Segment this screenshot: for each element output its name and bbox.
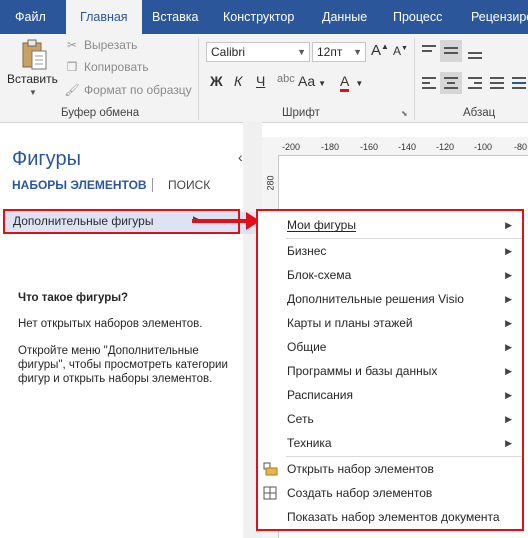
tab-stencils[interactable]: НАБОРЫ ЭЛЕМЕНТОВ [12, 178, 147, 192]
ruler-tick: -140 [398, 142, 417, 152]
menu-item-network[interactable]: Сеть ▶ [258, 407, 522, 431]
tab-review[interactable]: Рецензиро [471, 0, 528, 34]
tab-search[interactable]: ПОИСК [168, 178, 210, 192]
clipboard-icon [22, 39, 47, 70]
underline-button[interactable]: Ч [256, 73, 265, 89]
paste-label[interactable]: Вставить [7, 72, 58, 86]
menu-item-maps-floor-plans[interactable]: Карты и планы этажей ▶ [258, 311, 522, 335]
scissors-icon: ✂ [66, 38, 78, 52]
menu-item-my-shapes[interactable]: Мои фигуры ▶ [258, 213, 522, 237]
chevron-right-icon: ▶ [505, 438, 512, 448]
clipboard-group-label: Буфер обмена [61, 107, 140, 119]
annotation-arrow [192, 219, 248, 223]
font-color-button[interactable]: А ▼ [340, 73, 363, 92]
menu-item-flowchart[interactable]: Блок-схема ▶ [258, 263, 522, 287]
format-painter-button[interactable]: 🖌 Формат по образцу [64, 79, 191, 101]
new-stencil-icon [263, 486, 277, 503]
ruler-tick: -120 [436, 142, 455, 152]
tab-process[interactable]: Процесс [393, 0, 442, 34]
cut-button[interactable]: ✂ Вырезать [64, 34, 137, 56]
menu-item-visio-extras[interactable]: Дополнительные решения Visio ▶ [258, 287, 522, 311]
indent-icon[interactable] [512, 77, 526, 89]
ruler-tick: -180 [321, 142, 340, 152]
more-shapes-menu: Мои фигуры ▶ Бизнес ▶ Блок-схема ▶ Дополни… [256, 209, 524, 531]
align-top-icon[interactable] [422, 45, 436, 52]
chevron-right-icon: ▶ [505, 318, 512, 328]
dialog-launcher-icon[interactable]: ⬊ [401, 109, 408, 118]
menu-item-schedule[interactable]: Расписания ▶ [258, 383, 522, 407]
copy-icon: ❐ [66, 60, 78, 74]
chevron-right-icon: ▶ [505, 270, 512, 280]
tab-divider [152, 178, 153, 192]
tab-file[interactable]: Файл [15, 0, 46, 34]
chevron-right-icon: ▶ [505, 390, 512, 400]
align-left-icon[interactable] [422, 77, 436, 89]
menu-item-open-stencil[interactable]: Открыть набор элементов [258, 457, 522, 481]
chevron-down-icon[interactable]: ▼ [297, 43, 306, 61]
paste-dropdown-icon[interactable]: ▼ [29, 88, 37, 97]
bold-button[interactable]: Ж [210, 73, 223, 89]
paste-button[interactable] [20, 39, 50, 74]
shrink-font-button[interactable]: A▼ [393, 44, 408, 58]
ruler-tick: -160 [360, 142, 379, 152]
chevron-right-icon: ▶ [505, 294, 512, 304]
paragraph-group-label: Абзац [463, 107, 496, 119]
font-name-combo[interactable]: Calibri ▼ [206, 42, 310, 62]
tab-insert[interactable]: Вставка [152, 0, 198, 34]
ruler-tick: -200 [282, 142, 301, 152]
menu-item-engineering[interactable]: Техника ▶ [258, 431, 522, 455]
ribbon: Вставить ▼ ✂ Вырезать ❐ Копировать 🖌 Формат… [0, 34, 528, 123]
font-group-label: Шрифт [282, 107, 320, 119]
help-hint-text: Откройте меню "Дополнительные фигуры", ч… [18, 345, 228, 385]
group-divider [198, 38, 199, 120]
ruler-tick: 280 [265, 175, 276, 191]
strikethrough-icon[interactable]: abc [277, 73, 295, 85]
chevron-right-icon: ▶ [505, 342, 512, 352]
justify-icon[interactable] [490, 77, 504, 89]
tab-data[interactable]: Данные [322, 0, 367, 34]
copy-button[interactable]: ❐ Копировать [64, 56, 149, 78]
ribbon-tab-bar: Файл Главная Вставка Конструктор Данные … [0, 0, 528, 34]
align-right-icon[interactable] [468, 77, 482, 89]
chevron-right-icon: ▶ [505, 366, 512, 376]
collapse-pane-icon[interactable]: ‹ [238, 149, 243, 165]
chevron-right-icon: ▶ [505, 414, 512, 424]
help-title: Что такое фигуры? [18, 292, 129, 304]
more-shapes-label: Дополнительные фигуры [13, 214, 154, 228]
menu-item-general[interactable]: Общие ▶ [258, 335, 522, 359]
chevron-down-icon[interactable]: ▼ [353, 43, 362, 61]
grow-font-button[interactable]: A▲ [371, 42, 389, 59]
change-case-button[interactable]: Aa ▼ [298, 73, 326, 89]
menu-item-business[interactable]: Бизнес ▶ [258, 239, 522, 263]
shapes-pane-title: Фигуры [12, 148, 81, 170]
ruler-tick: -80 [514, 142, 528, 152]
ruler-tick: -100 [474, 142, 493, 152]
chevron-right-icon: ▶ [505, 246, 512, 256]
help-empty-text: Нет открытых наборов элементов. [18, 318, 203, 330]
brush-icon: 🖌 [64, 83, 80, 97]
open-folder-icon [263, 462, 278, 479]
group-divider [414, 38, 415, 120]
italic-button[interactable]: К [234, 73, 242, 89]
tab-home[interactable]: Главная [66, 0, 142, 34]
tab-design[interactable]: Конструктор [223, 0, 294, 34]
horizontal-ruler: -200 -180 -160 -140 -120 -100 -80 [262, 137, 528, 156]
paragraph-align-buttons [418, 38, 528, 111]
font-size-combo[interactable]: 12пт ▼ [312, 42, 366, 62]
menu-item-software-database[interactable]: Программы и базы данных ▶ [258, 359, 522, 383]
menu-item-new-stencil[interactable]: Создать набор элементов [258, 481, 522, 505]
chevron-right-icon: ▶ [505, 220, 512, 230]
align-bottom-icon[interactable] [468, 52, 482, 59]
menu-item-show-document-stencil[interactable]: Показать набор элементов документа [258, 505, 522, 529]
